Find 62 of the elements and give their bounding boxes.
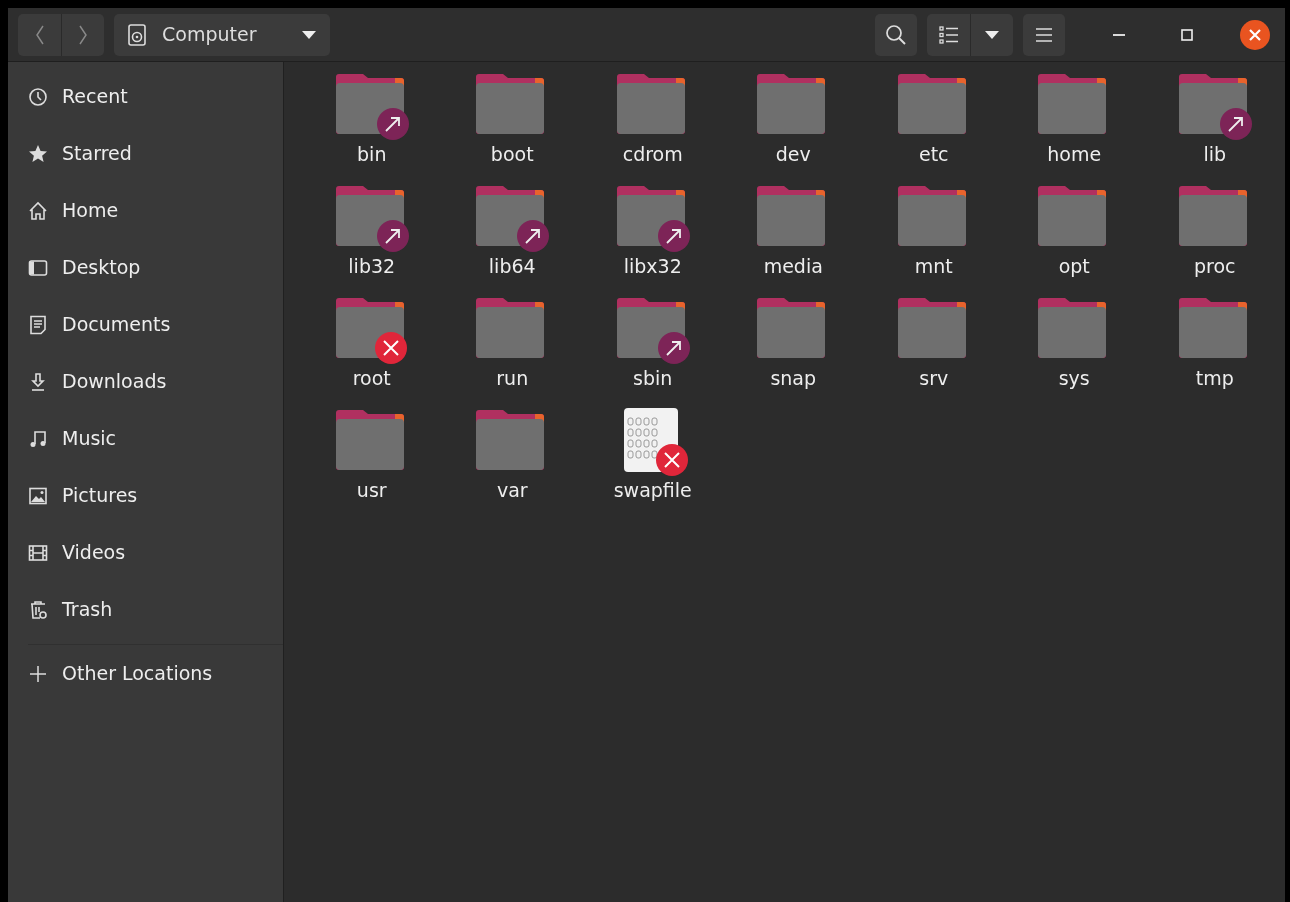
caret-icon: [302, 30, 316, 39]
menu-icon: [1035, 26, 1053, 43]
file-name: dev: [775, 144, 811, 165]
file-name: opt: [1058, 256, 1090, 277]
drive-icon: [128, 23, 146, 46]
forward-icon: [77, 23, 89, 46]
home-icon: [28, 200, 48, 221]
file-name: boot: [490, 144, 534, 165]
list-icon: [938, 25, 959, 44]
view-options-button[interactable]: [970, 13, 1013, 56]
sidebar-item[interactable]: Other Locations: [8, 645, 283, 702]
file-name: etc: [918, 144, 949, 165]
file-name: snap: [770, 368, 817, 389]
document-icon: [28, 314, 48, 335]
maximize-icon: [1181, 28, 1193, 41]
file-name: mnt: [914, 256, 953, 277]
sidebar-item[interactable]: Documents: [8, 296, 283, 353]
location-button[interactable]: Computer: [114, 13, 330, 56]
file-name: srv: [919, 368, 949, 389]
minimize-icon: [1113, 32, 1125, 37]
sidebar-item[interactable]: Desktop: [8, 239, 283, 296]
search-icon: [885, 23, 907, 46]
menu-button[interactable]: [1023, 13, 1065, 56]
star-icon: [28, 143, 48, 164]
file-name: lib32: [348, 256, 396, 277]
sidebar-item[interactable]: Trash: [8, 581, 283, 638]
back-icon: [33, 23, 46, 46]
file-name: libx32: [623, 256, 682, 277]
sidebar-item[interactable]: Pictures: [8, 467, 283, 524]
file-name: root: [352, 368, 391, 389]
sidebar-item[interactable]: Home: [8, 182, 283, 239]
file-name: proc: [1194, 256, 1236, 277]
file-name: lib64: [488, 256, 536, 277]
film-icon: [28, 542, 48, 563]
caret-icon: [985, 30, 999, 39]
file-name: cdrom: [622, 144, 683, 165]
view-list-button[interactable]: [927, 13, 970, 56]
sidebar-item[interactable]: Videos: [8, 524, 283, 581]
file-name: swapfile: [613, 480, 692, 501]
file-name: media: [763, 256, 823, 277]
trash-icon: [28, 599, 48, 620]
search-button[interactable]: [875, 13, 917, 56]
file-name: bin: [357, 144, 387, 165]
sidebar-item[interactable]: Starred: [8, 125, 283, 182]
file-name: usr: [356, 480, 387, 501]
clock-icon: [28, 86, 48, 107]
download-icon: [28, 371, 48, 392]
file-name: home: [1047, 144, 1102, 165]
sidebar-item[interactable]: Downloads: [8, 353, 283, 410]
file-name: run: [496, 368, 529, 389]
file-name: var: [496, 480, 528, 501]
close-icon: [1239, 18, 1271, 51]
music-icon: [28, 428, 48, 449]
file-name: sbin: [633, 368, 673, 389]
plus-icon: [28, 663, 48, 684]
picture-icon: [28, 485, 48, 506]
file-name: tmp: [1195, 368, 1234, 389]
sidebar-item[interactable]: Recent: [8, 68, 283, 125]
sidebar-item[interactable]: Music: [8, 410, 283, 467]
file-name: sys: [1058, 368, 1090, 389]
desktop-icon: [28, 257, 48, 278]
file-name: lib: [1203, 144, 1227, 165]
